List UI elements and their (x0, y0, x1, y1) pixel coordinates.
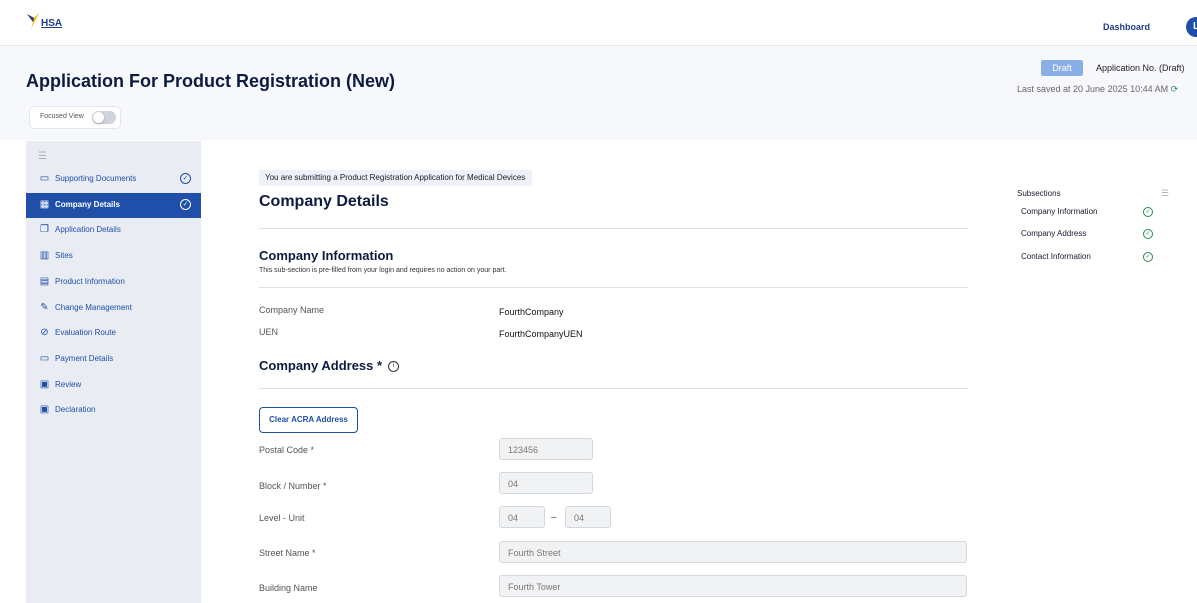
sidebar-item-label: Company Details (55, 200, 120, 209)
level-input[interactable]: 04 (499, 506, 545, 528)
focused-view-control: Focused View (30, 107, 120, 128)
unit-input[interactable]: 04 (565, 506, 611, 528)
postal-code-label: Postal Code * (259, 445, 315, 455)
last-saved-label: Last saved at 20 June 2025 10:44 AM (1017, 84, 1169, 94)
page-title: Application For Product Registration (Ne… (26, 71, 396, 91)
sidebar-item-supporting-documents[interactable]: ▭ Supporting Documents ✓ (26, 167, 201, 192)
toggle-knob (93, 112, 104, 123)
complete-check-icon: ✓ (1143, 229, 1153, 239)
document-icon: ▣ (39, 404, 50, 415)
level-unit-label: Level - Unit (259, 513, 305, 523)
block-number-input[interactable]: 04 (499, 472, 593, 494)
hsa-bird-icon (27, 13, 39, 29)
last-saved-text: Last saved at 20 June 2025 10:44 AM ⟳ (1017, 84, 1178, 95)
complete-check-icon: ✓ (180, 199, 191, 210)
sidebar-item-label: Payment Details (55, 354, 114, 363)
subsection-link-company-address[interactable]: Company Address (1021, 229, 1086, 238)
divider (259, 388, 968, 389)
sidebar-item-evaluation-route[interactable]: ⊘ Evaluation Route (26, 321, 201, 346)
sidebar-item-review[interactable]: ▣ Review (26, 373, 201, 398)
user-avatar[interactable]: L (1186, 17, 1197, 37)
buildings-icon: ▥ (39, 250, 50, 261)
company-name-value: FourthCompany (499, 307, 564, 317)
complete-check-icon: ✓ (1143, 207, 1153, 217)
info-icon[interactable]: i (388, 361, 400, 373)
sidebar-item-product-information[interactable]: ▤ Product Information (26, 270, 201, 295)
sidebar-nav: ☰ ▭ Supporting Documents ✓ ▦ Company Det… (26, 141, 201, 603)
dashboard-link[interactable]: Dashboard (1103, 22, 1150, 32)
focused-view-toggle[interactable] (92, 111, 116, 124)
logo-text: HSA (41, 18, 63, 29)
company-name-label: Company Name (259, 305, 325, 315)
box-icon: ▤ (39, 276, 50, 287)
hsa-logo[interactable]: HSA (26, 12, 62, 30)
check-circle-icon: ⊘ (40, 327, 49, 338)
sidebar-item-declaration[interactable]: ▣ Declaration (26, 398, 201, 423)
building-name-input[interactable]: Fourth Tower (499, 575, 967, 597)
sidebar-item-label: Sites (55, 251, 73, 260)
block-number-label: Block / Number * (259, 481, 327, 491)
sidebar-item-label: Evaluation Route (55, 328, 116, 337)
copy-icon: ❐ (40, 224, 49, 235)
street-name-input[interactable]: Fourth Street (499, 541, 967, 563)
building-icon: ▦ (39, 199, 50, 210)
sidebar-item-label: Application Details (55, 225, 121, 234)
company-information-heading: Company Information (259, 248, 394, 263)
sidebar-item-label: Review (55, 380, 82, 389)
section-title: Company Details (259, 193, 389, 210)
street-name-label: Street Name * (259, 548, 316, 558)
postal-code-input[interactable]: 123456 (499, 438, 593, 460)
application-type-banner: You are submitting a Product Registratio… (259, 170, 533, 186)
folder-icon: ▭ (39, 173, 50, 184)
application-number: Application No. (Draft) (1096, 63, 1185, 73)
subsections-title: Subsections (1017, 189, 1061, 198)
sidebar-item-label: Declaration (55, 405, 96, 414)
subsection-link-contact-information[interactable]: Contact Information (1021, 252, 1091, 261)
saved-check-icon: ⟳ (1170, 84, 1179, 94)
level-unit-separator: – (551, 512, 557, 523)
sidebar-item-change-management[interactable]: ✎ Change Management (26, 296, 201, 321)
company-information-description: This sub-section is pre-filled from your… (259, 267, 507, 274)
building-name-label: Building Name (259, 583, 318, 593)
subsection-link-company-information[interactable]: Company Information (1021, 207, 1097, 216)
sidebar-item-label: Supporting Documents (55, 174, 137, 183)
clear-acra-address-button[interactable]: Clear ACRA Address (259, 407, 358, 433)
complete-check-icon: ✓ (180, 173, 191, 184)
divider (259, 228, 968, 229)
sidebar-item-company-details[interactable]: ▦ Company Details ✓ (26, 193, 201, 218)
uen-label: UEN (259, 327, 279, 337)
top-bar: HSA Dashboard L (0, 0, 1197, 46)
credit-card-icon: ▭ (39, 353, 50, 364)
list-toggle-icon[interactable]: ☰ (1161, 188, 1169, 199)
sidebar-item-sites[interactable]: ▥ Sites (26, 244, 201, 269)
sidebar-item-application-details[interactable]: ❐ Application Details (26, 218, 201, 243)
complete-check-icon: ✓ (1143, 252, 1153, 262)
page-header: Application For Product Registration (Ne… (0, 46, 1197, 140)
document-icon: ▣ (39, 379, 50, 390)
sidebar-item-payment-details[interactable]: ▭ Payment Details (26, 347, 201, 372)
status-badge: Draft (1041, 60, 1083, 76)
company-address-heading: Company Address * i (259, 358, 400, 373)
divider (259, 287, 968, 288)
edit-icon: ✎ (40, 302, 49, 313)
sidebar-item-label: Product Information (55, 277, 125, 286)
uen-value: FourthCompanyUEN (499, 329, 583, 339)
sidebar-item-label: Change Management (55, 303, 132, 312)
company-address-title: Company Address * (259, 358, 383, 373)
focused-view-label: Focused View (40, 113, 84, 120)
menu-icon[interactable]: ☰ (38, 151, 47, 162)
